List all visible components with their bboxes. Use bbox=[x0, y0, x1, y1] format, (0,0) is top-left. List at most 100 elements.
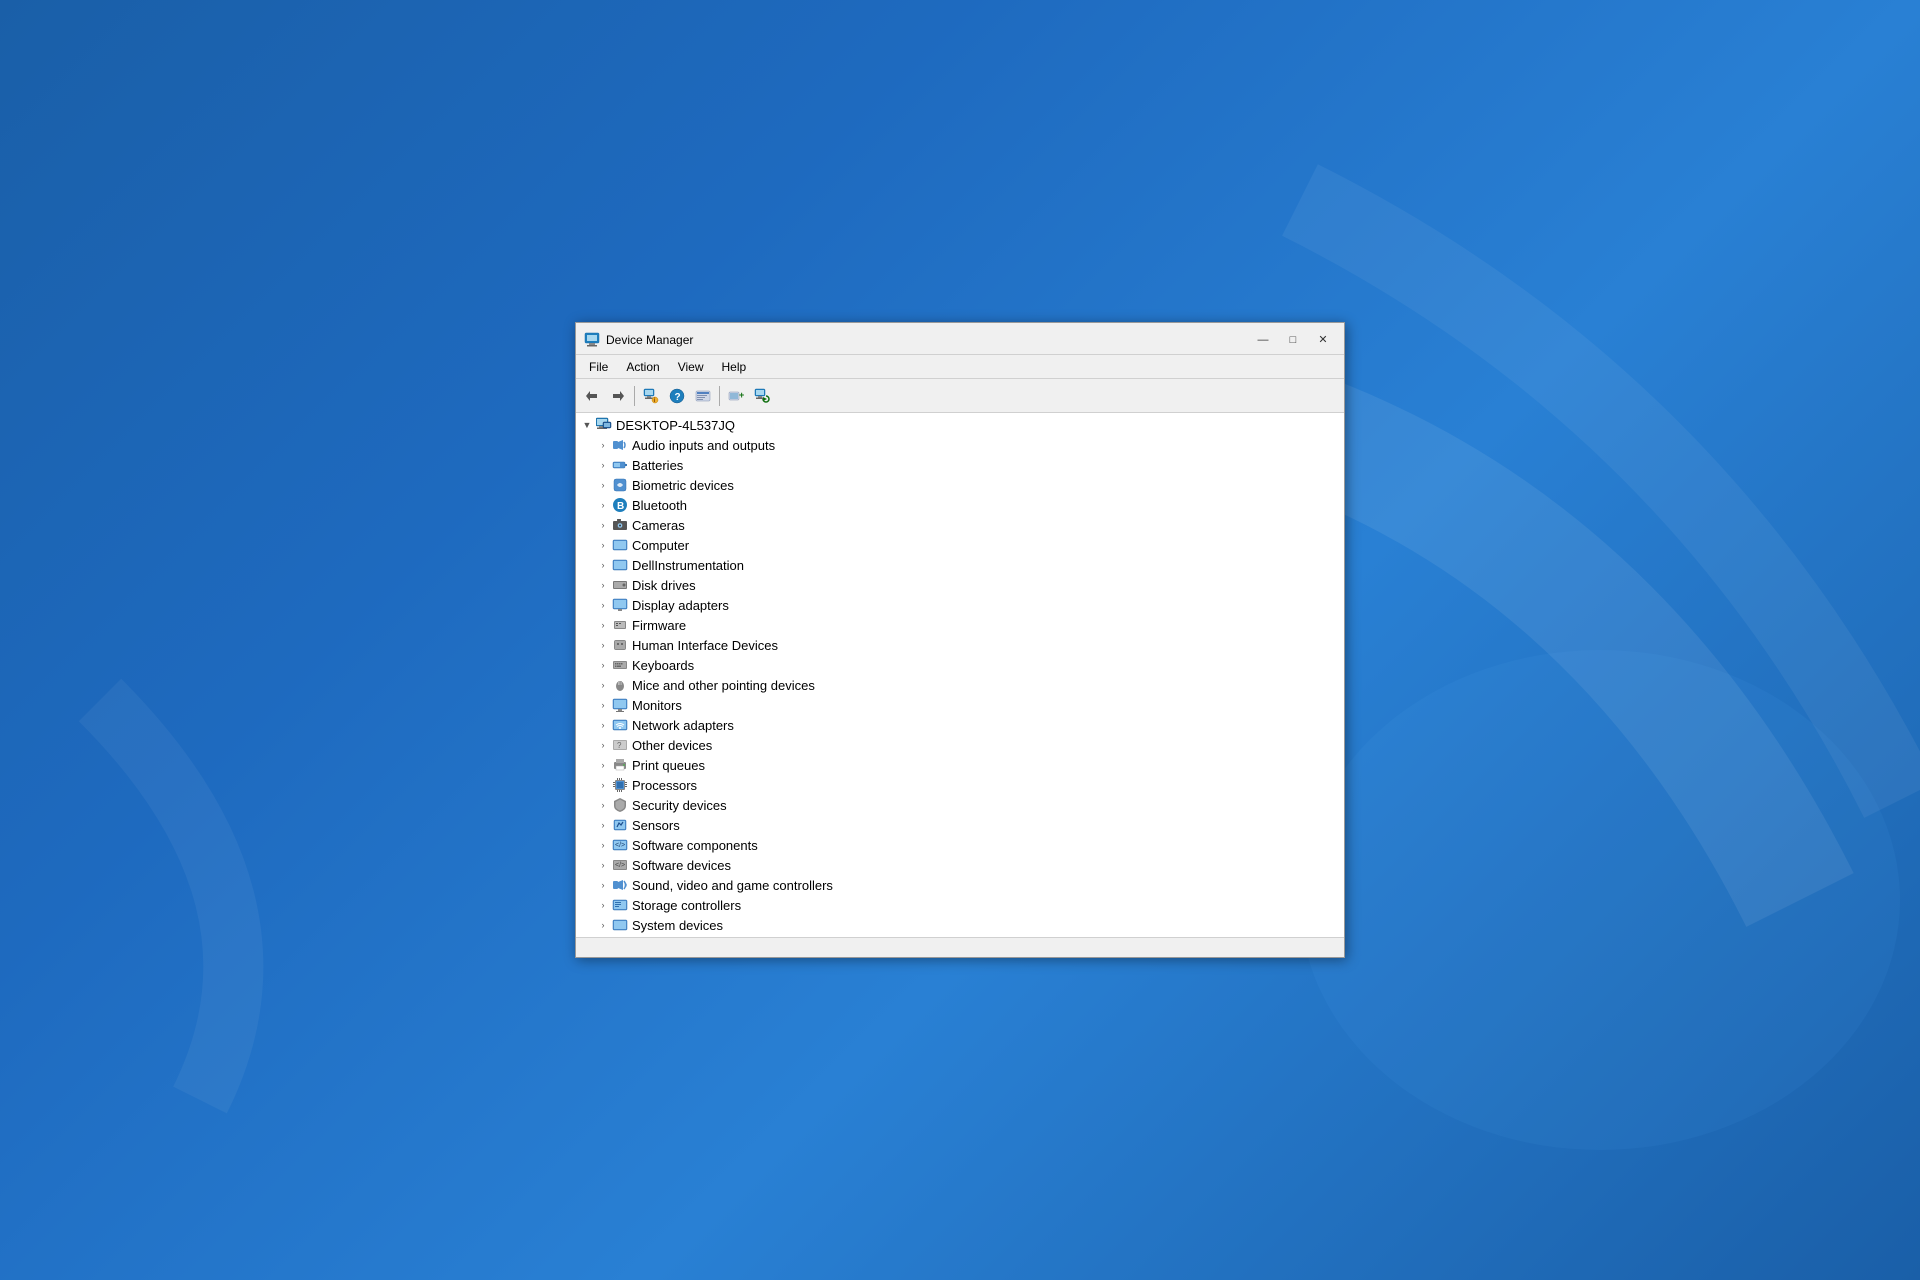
other-icon: ? bbox=[612, 737, 628, 753]
svg-text:?: ? bbox=[617, 741, 622, 750]
expand-icon[interactable]: › bbox=[596, 698, 610, 712]
expand-icon[interactable]: › bbox=[596, 578, 610, 592]
properties-button[interactable]: i bbox=[639, 384, 663, 408]
list-item[interactable]: › Firmware bbox=[576, 615, 1344, 635]
expand-icon[interactable]: › bbox=[596, 558, 610, 572]
device-manager-window: Device Manager — □ ✕ File Action View He… bbox=[575, 322, 1345, 958]
item-label: Network adapters bbox=[632, 718, 734, 733]
bluetooth-icon: B bbox=[612, 497, 628, 513]
audio-icon bbox=[612, 437, 628, 453]
list-item[interactable]: › Disk drives bbox=[576, 575, 1344, 595]
menu-action[interactable]: Action bbox=[617, 357, 668, 377]
software-dev-icon: </> bbox=[612, 857, 628, 873]
expand-icon[interactable]: › bbox=[596, 538, 610, 552]
expand-icon[interactable]: › bbox=[596, 718, 610, 732]
dell-icon bbox=[612, 557, 628, 573]
list-item[interactable]: › Network adapters bbox=[576, 715, 1344, 735]
minimize-button[interactable]: — bbox=[1250, 330, 1276, 350]
menu-bar: File Action View Help bbox=[576, 355, 1344, 379]
list-item[interactable]: › Security devices bbox=[576, 795, 1344, 815]
back-button[interactable] bbox=[580, 384, 604, 408]
monitor-icon bbox=[612, 697, 628, 713]
list-item[interactable]: › Storage controllers bbox=[576, 895, 1344, 915]
item-label: Human Interface Devices bbox=[632, 638, 778, 653]
expand-icon[interactable]: › bbox=[596, 458, 610, 472]
expand-icon[interactable]: › bbox=[596, 678, 610, 692]
list-item[interactable]: › Sensors bbox=[576, 815, 1344, 835]
title-bar: Device Manager — □ ✕ bbox=[576, 323, 1344, 355]
expand-icon[interactable]: › bbox=[596, 658, 610, 672]
list-item[interactable]: › Audio inputs and outputs bbox=[576, 435, 1344, 455]
item-label: Display adapters bbox=[632, 598, 729, 613]
list-item[interactable]: › Cameras bbox=[576, 515, 1344, 535]
expand-icon[interactable]: › bbox=[596, 598, 610, 612]
add-hardware-button[interactable]: + bbox=[724, 384, 748, 408]
list-item[interactable]: › B Bluetooth bbox=[576, 495, 1344, 515]
computer-icon bbox=[596, 417, 612, 433]
driver-info-button[interactable] bbox=[691, 384, 715, 408]
item-label: Monitors bbox=[632, 698, 682, 713]
tree-root[interactable]: ▼ DESKTOP-4L537JQ bbox=[576, 415, 1344, 435]
list-item[interactable]: › Print queues bbox=[576, 755, 1344, 775]
svg-text:</>: </> bbox=[615, 862, 625, 869]
expand-icon[interactable]: › bbox=[596, 818, 610, 832]
list-item[interactable]: › Human Interface Devices bbox=[576, 635, 1344, 655]
expand-icon[interactable]: › bbox=[596, 838, 610, 852]
list-item[interactable]: › Biometric devices bbox=[576, 475, 1344, 495]
list-item[interactable]: › Keyboards bbox=[576, 655, 1344, 675]
item-label: Processors bbox=[632, 778, 697, 793]
item-label: Storage controllers bbox=[632, 898, 741, 913]
software-comp-icon: </> bbox=[612, 837, 628, 853]
forward-button[interactable] bbox=[606, 384, 630, 408]
list-item[interactable]: › Sound, video and game controllers bbox=[576, 875, 1344, 895]
expand-icon-root[interactable]: ▼ bbox=[580, 418, 594, 432]
expand-icon[interactable]: › bbox=[596, 498, 610, 512]
item-label: Bluetooth bbox=[632, 498, 687, 513]
expand-icon[interactable]: › bbox=[596, 898, 610, 912]
item-label: Disk drives bbox=[632, 578, 696, 593]
list-item[interactable]: › </> Software components bbox=[576, 835, 1344, 855]
network-icon bbox=[612, 717, 628, 733]
list-item[interactable]: › Monitors bbox=[576, 695, 1344, 715]
expand-icon[interactable]: › bbox=[596, 778, 610, 792]
list-item[interactable]: › Batteries bbox=[576, 455, 1344, 475]
list-item[interactable]: › Display adapters bbox=[576, 595, 1344, 615]
expand-icon[interactable]: › bbox=[596, 798, 610, 812]
menu-file[interactable]: File bbox=[580, 357, 617, 377]
expand-icon[interactable]: › bbox=[596, 618, 610, 632]
title-controls: — □ ✕ bbox=[1250, 330, 1336, 350]
expand-icon[interactable]: › bbox=[596, 478, 610, 492]
toolbar: i ? + bbox=[576, 379, 1344, 413]
expand-icon[interactable]: › bbox=[596, 738, 610, 752]
menu-help[interactable]: Help bbox=[713, 357, 756, 377]
expand-icon[interactable]: › bbox=[596, 638, 610, 652]
security-icon bbox=[612, 797, 628, 813]
list-item[interactable]: › </> Software devices bbox=[576, 855, 1344, 875]
biometric-icon bbox=[612, 477, 628, 493]
item-label: Security devices bbox=[632, 798, 727, 813]
list-item[interactable]: › Mice and other pointing devices bbox=[576, 675, 1344, 695]
list-item[interactable]: › System devices bbox=[576, 915, 1344, 935]
close-button[interactable]: ✕ bbox=[1310, 330, 1336, 350]
tree-view[interactable]: ▼ DESKTOP-4L537JQ › bbox=[576, 413, 1344, 937]
svg-text:</>: </> bbox=[615, 842, 625, 849]
processor-icon bbox=[612, 777, 628, 793]
mouse-icon bbox=[612, 677, 628, 693]
list-item[interactable]: › Processors bbox=[576, 775, 1344, 795]
expand-icon[interactable]: › bbox=[596, 858, 610, 872]
item-label: Sensors bbox=[632, 818, 680, 833]
list-item[interactable]: › ? Other devices bbox=[576, 735, 1344, 755]
help-button[interactable]: ? bbox=[665, 384, 689, 408]
expand-icon[interactable]: › bbox=[596, 438, 610, 452]
list-item[interactable]: › Computer bbox=[576, 535, 1344, 555]
expand-icon[interactable]: › bbox=[596, 878, 610, 892]
item-label: Sound, video and game controllers bbox=[632, 878, 833, 893]
expand-icon[interactable]: › bbox=[596, 918, 610, 932]
list-item[interactable]: › DellInstrumentation bbox=[576, 555, 1344, 575]
scan-button[interactable] bbox=[750, 384, 774, 408]
expand-icon[interactable]: › bbox=[596, 758, 610, 772]
menu-view[interactable]: View bbox=[669, 357, 713, 377]
expand-icon[interactable]: › bbox=[596, 518, 610, 532]
maximize-button[interactable]: □ bbox=[1280, 330, 1306, 350]
firmware-icon bbox=[612, 617, 628, 633]
